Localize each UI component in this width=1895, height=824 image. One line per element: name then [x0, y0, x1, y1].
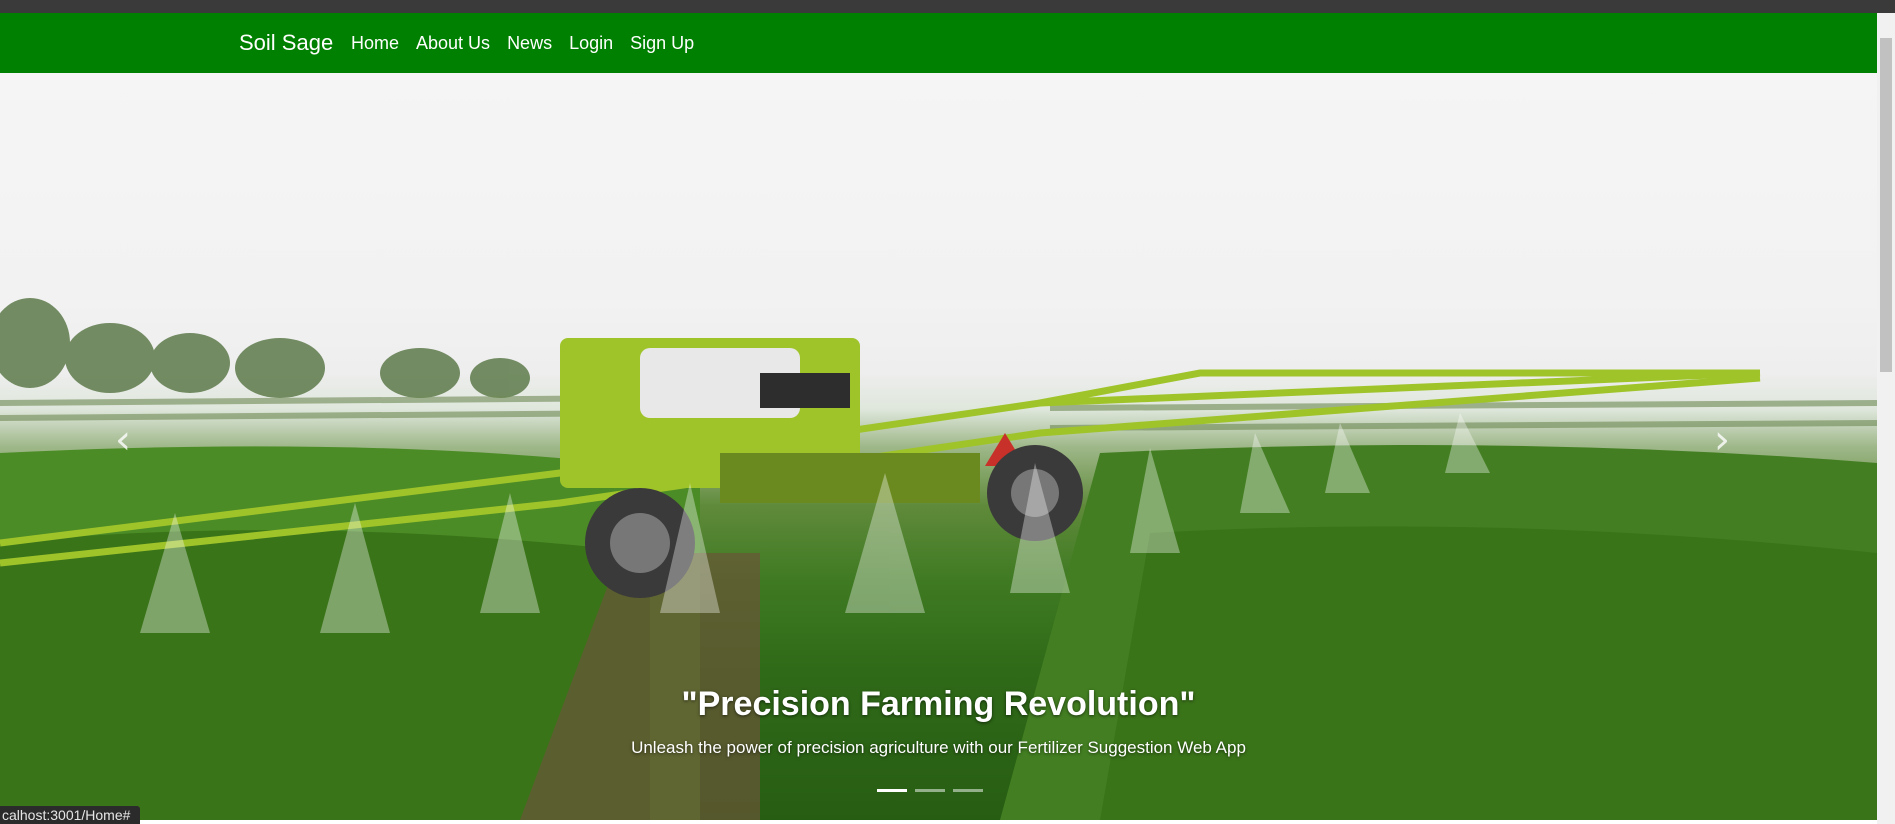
- carousel-indicator-2[interactable]: [915, 789, 945, 792]
- scrollbar-thumb[interactable]: [1880, 38, 1892, 372]
- status-bar-url: calhost:3001/Home#: [0, 806, 141, 824]
- nav-news-link[interactable]: News: [507, 33, 552, 54]
- nav-signup-link[interactable]: Sign Up: [630, 33, 694, 54]
- nav-links: Home About Us News Login Sign Up: [351, 33, 694, 54]
- carousel-prev-button[interactable]: ‹: [103, 420, 143, 460]
- carousel-indicator-3[interactable]: [953, 789, 983, 792]
- hero-carousel: ‹ › "Precision Farming Revolution" Unlea…: [0, 73, 1877, 820]
- carousel-indicators: [877, 789, 983, 792]
- terraces: [0, 395, 1877, 431]
- carousel-next-button[interactable]: ›: [1702, 420, 1742, 460]
- navbar: Soil Sage Home About Us News Login Sign …: [0, 13, 1877, 73]
- treeline: [0, 298, 530, 398]
- browser-top-strip: [0, 0, 1895, 13]
- chevron-right-icon: ›: [1714, 417, 1730, 463]
- carousel-caption-subtitle: Unleash the power of precision agricultu…: [631, 738, 1246, 757]
- carousel-caption-title: "Precision Farming Revolution": [681, 685, 1196, 723]
- nav-home-link[interactable]: Home: [351, 33, 399, 54]
- chevron-left-icon: ‹: [115, 417, 131, 463]
- sprayer-body: [560, 338, 1083, 598]
- brand-link[interactable]: Soil Sage: [239, 30, 333, 56]
- nav-login-link[interactable]: Login: [569, 33, 613, 54]
- nav-about-link[interactable]: About Us: [416, 33, 490, 54]
- carousel-indicator-1[interactable]: [877, 789, 907, 792]
